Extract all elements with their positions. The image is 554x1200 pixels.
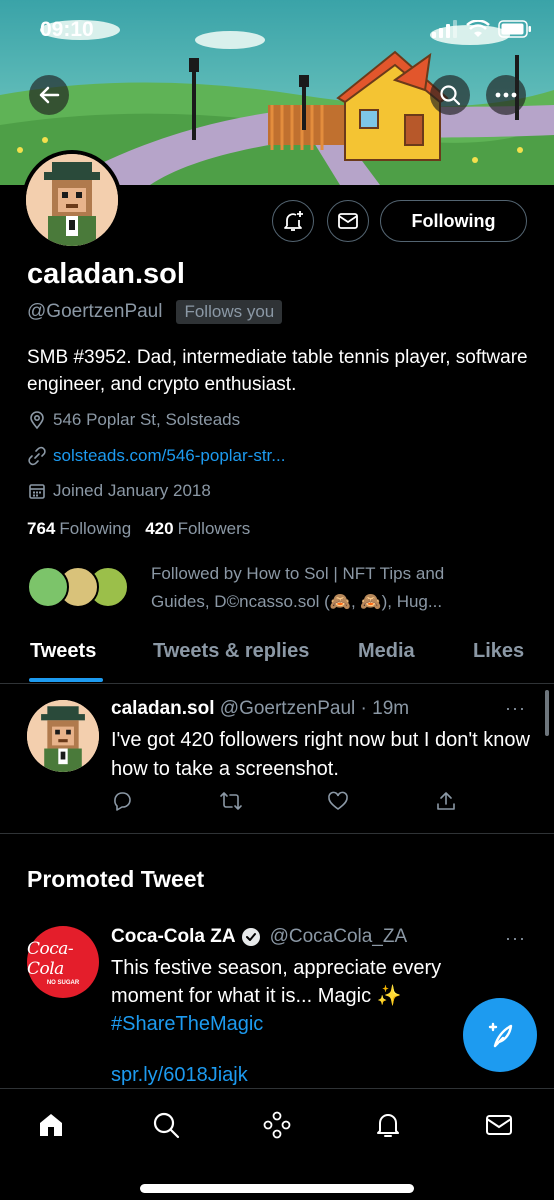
coca-cola-logo: Coca-Cola	[27, 938, 74, 979]
tab-tweets[interactable]: Tweets	[30, 640, 96, 663]
share-icon[interactable]	[435, 790, 457, 817]
spaces-icon	[263, 1111, 291, 1139]
nav-home[interactable]	[33, 1107, 69, 1143]
profile-handle: @GoertzenPaul	[27, 301, 163, 322]
location-text: 546 Poplar St, Solsteads	[53, 410, 241, 429]
envelope-icon	[338, 213, 358, 229]
followed-by-row[interactable]: Followed by How to Sol | NFT Tips and Gu…	[27, 560, 491, 616]
following-stat[interactable]: 764 Following	[27, 519, 131, 539]
following-count: 764	[27, 519, 56, 538]
active-tab-indicator	[29, 678, 103, 682]
status-bar: 09:10	[0, 0, 554, 60]
back-button[interactable]	[29, 75, 69, 115]
tab-likes[interactable]: Likes	[473, 640, 524, 663]
status-time: 09:10	[40, 18, 94, 41]
link-icon	[28, 446, 46, 466]
promoted-section-title: Promoted Tweet	[27, 866, 205, 892]
battery-icon	[498, 20, 531, 38]
promoted-body: This festive season, appreciate every mo…	[111, 957, 442, 1007]
compose-tweet-button[interactable]	[463, 998, 537, 1072]
messages-icon	[486, 1115, 512, 1135]
nav-spaces[interactable]	[259, 1107, 295, 1143]
joined-text: Joined January 2018	[53, 481, 211, 500]
search-icon	[153, 1112, 180, 1139]
followers-label: Followers	[177, 519, 251, 538]
no-sugar-label: NO SUGAR	[46, 979, 80, 986]
more-button[interactable]	[486, 75, 526, 115]
profile-tabs: Tweets Tweets & replies Media Likes	[0, 630, 554, 684]
followers-stat[interactable]: 420 Followers	[145, 519, 250, 539]
following-label: Following	[59, 519, 132, 538]
location-row: 546 Poplar St, Solsteads	[27, 410, 240, 430]
tweet-actions	[111, 790, 456, 816]
joined-row: Joined January 2018	[27, 481, 211, 501]
website-row: solsteads.com/546-poplar-str...	[27, 446, 285, 466]
followed-by-text: Followed by How to Sol | NFT Tips and Gu…	[151, 564, 445, 611]
tweet-author-handle: @GoertzenPaul	[219, 698, 356, 719]
signal-icon	[432, 20, 457, 38]
status-icons	[432, 20, 532, 38]
bottom-navigation	[0, 1088, 554, 1200]
verified-badge-icon	[241, 928, 260, 946]
tweet-more-button[interactable]: ···	[505, 698, 526, 719]
retweet-icon[interactable]	[219, 790, 243, 817]
followed-by-avatars	[27, 560, 137, 610]
promoted-link[interactable]: spr.ly/6018Jiajk	[111, 1064, 248, 1087]
tweet-author-name[interactable]: caladan.sol	[111, 698, 215, 719]
follower-avatar	[27, 566, 69, 608]
followers-count: 420	[145, 519, 174, 538]
notifications-icon	[377, 1114, 399, 1137]
location-pin-icon	[30, 411, 44, 430]
coca-cola-avatar[interactable]: Coca-Cola NO SUGAR	[27, 926, 99, 998]
tab-tweets-replies[interactable]: Tweets & replies	[153, 640, 309, 663]
tweet-header: caladan.sol @GoertzenPaul · 19m	[111, 698, 409, 720]
promoted-header: Coca-Cola ZA @CocaCola_ZA	[111, 926, 407, 948]
bell-plus-icon	[284, 211, 303, 231]
tweet-time: · 19m	[360, 698, 410, 719]
calendar-icon	[29, 484, 45, 499]
search-button[interactable]	[430, 75, 470, 115]
compose-feather-icon	[488, 1022, 513, 1048]
tweet[interactable]: caladan.sol @GoertzenPaul · 19m ··· I've…	[0, 686, 554, 834]
home-icon	[40, 1114, 62, 1136]
promoted-hashtag[interactable]: #ShareTheMagic	[111, 1013, 263, 1035]
nav-notifications[interactable]	[370, 1107, 406, 1143]
pixel-monkey-avatar	[26, 154, 118, 246]
profile-name: caladan.sol	[27, 258, 185, 290]
home-indicator	[140, 1184, 414, 1193]
notifications-subscribe-button[interactable]	[272, 200, 314, 242]
search-icon	[440, 85, 461, 106]
more-horizontal-icon	[495, 92, 517, 98]
profile-bio: SMB #3952. Dad, intermediate table tenni…	[27, 347, 528, 395]
arrow-left-icon	[39, 86, 60, 104]
follow-stats: 764 Following 420 Followers	[27, 519, 250, 539]
following-button[interactable]: Following	[380, 200, 527, 242]
website-link[interactable]: solsteads.com/546-poplar-str...	[53, 446, 285, 466]
promoted-author-handle: @CocaCola_ZA	[269, 926, 408, 947]
profile-avatar[interactable]	[22, 150, 122, 250]
tweet-avatar[interactable]	[27, 700, 99, 772]
promoted-more-button[interactable]: ···	[505, 928, 526, 949]
pixel-monkey-avatar	[27, 700, 99, 772]
nav-search[interactable]	[148, 1107, 184, 1143]
promoted-author-name[interactable]: Coca-Cola ZA	[111, 926, 236, 948]
follows-you-badge: Follows you	[176, 300, 283, 324]
like-icon[interactable]	[327, 790, 349, 817]
handle-row: @GoertzenPaul Follows you	[27, 300, 283, 324]
reply-icon[interactable]	[111, 790, 133, 817]
promoted-text: This festive season, appreciate every mo…	[111, 954, 511, 1038]
nav-messages[interactable]	[481, 1107, 517, 1143]
message-button[interactable]	[327, 200, 369, 242]
tab-media[interactable]: Media	[358, 640, 415, 663]
tweet-text: I've got 420 followers right now but I d…	[111, 729, 530, 780]
wifi-icon	[466, 20, 490, 37]
scrollbar-thumb[interactable]	[545, 690, 549, 736]
